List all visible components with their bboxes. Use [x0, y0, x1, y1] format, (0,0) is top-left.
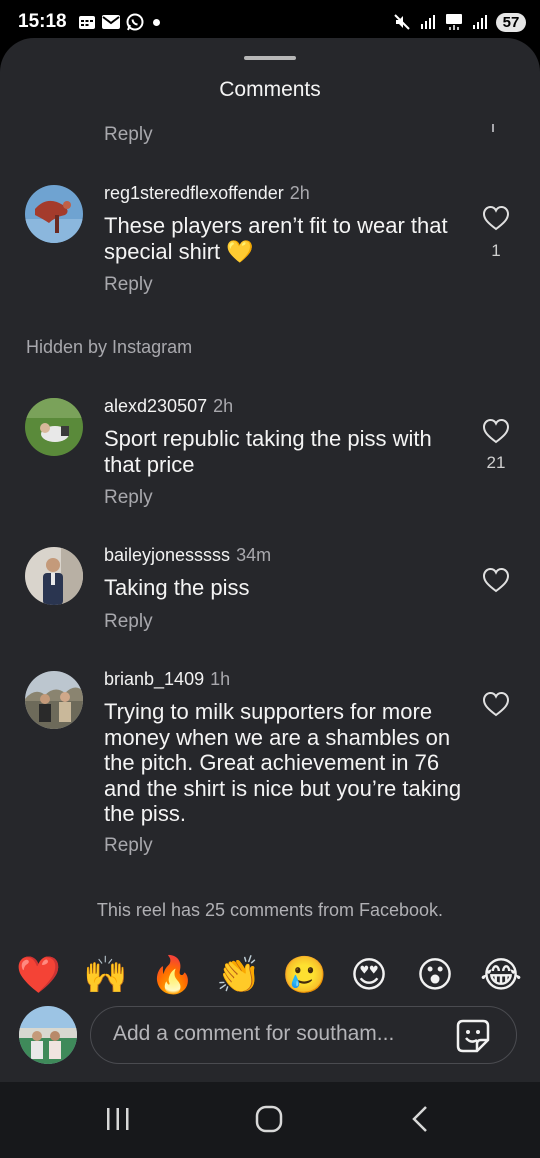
my-avatar	[19, 1006, 77, 1064]
recent-apps-icon[interactable]	[98, 1102, 138, 1136]
username[interactable]: alexd230507	[104, 396, 207, 416]
battery-level: 57	[496, 12, 526, 32]
mail-icon	[101, 12, 121, 32]
comment-text: Sport republic taking the piss with that…	[104, 426, 432, 477]
fire-emoji[interactable]: 🔥	[150, 954, 195, 996]
sticker-icon[interactable]	[455, 1018, 491, 1054]
comment-text: Taking the piss	[104, 575, 250, 600]
mute-icon	[392, 12, 412, 32]
heart-eyes-emoji[interactable]: 😍	[348, 954, 390, 996]
heart-icon[interactable]	[482, 418, 510, 444]
comment-header: baileyjonesssss 34m	[104, 545, 271, 566]
comment-time: 1h	[210, 669, 231, 689]
tears-of-joy-emoji[interactable]: 😂	[480, 954, 522, 996]
open-mouth-emoji[interactable]: 😮	[414, 954, 456, 996]
comment-time: 2h	[289, 183, 310, 203]
comment-text: These players aren’t fit to wear that sp…	[104, 213, 448, 264]
drag-handle[interactable]	[244, 56, 296, 60]
comment-header: reg1steredflexoffender 2h	[104, 183, 310, 204]
sheet-title: Comments	[219, 78, 321, 101]
reply-button[interactable]: Reply	[104, 487, 153, 509]
comments-sheet: Comments Reply reg1steredflexoffender 2h …	[0, 38, 540, 1082]
raised-hands-emoji[interactable]: 🙌	[83, 954, 128, 996]
username[interactable]: baileyjonesssss	[104, 545, 230, 565]
system-icons: 57	[392, 12, 526, 32]
back-icon[interactable]	[400, 1102, 440, 1136]
like-count: 21	[486, 453, 506, 472]
comment-text: Trying to milk supporters for more money…	[104, 699, 462, 826]
avatar[interactable]	[25, 185, 83, 243]
heart-icon[interactable]	[482, 691, 510, 717]
clapping-hands-emoji[interactable]: 👏	[216, 954, 261, 996]
comment-header: alexd230507 2h	[104, 396, 233, 417]
comment-header: brianb_1409 1h	[104, 669, 230, 690]
avatar[interactable]	[25, 398, 83, 456]
username[interactable]: reg1steredflexoffender	[104, 183, 284, 203]
home-icon[interactable]	[249, 1102, 289, 1136]
signal-icon	[418, 12, 438, 32]
heart-icon[interactable]	[482, 567, 510, 593]
signal-bars-icon	[470, 12, 490, 32]
calendar-icon	[77, 12, 97, 32]
hidden-comments-label[interactable]: Hidden by Instagram	[26, 337, 192, 358]
status-time: 15:18	[18, 11, 67, 32]
username[interactable]: brianb_1409	[104, 669, 204, 689]
heart-icon[interactable]	[482, 205, 510, 231]
smiling-tear-emoji[interactable]: 🥲	[282, 954, 327, 996]
comment-time: 34m	[236, 545, 272, 565]
reply-button[interactable]: Reply	[104, 274, 153, 296]
comment-input-placeholder: Add a comment for southam...	[113, 1022, 395, 1045]
5g-icon	[444, 12, 464, 32]
avatar[interactable]	[25, 671, 83, 729]
reply-button[interactable]: Reply	[104, 835, 153, 857]
like-count-fragment	[492, 124, 494, 132]
reply-button[interactable]: Reply	[104, 611, 153, 633]
more-notifications-dot	[152, 18, 160, 26]
comment-time: 2h	[213, 396, 234, 416]
comment-input[interactable]: Add a comment for southam...	[90, 1006, 517, 1064]
reply-button[interactable]: Reply	[104, 124, 153, 146]
red-heart-emoji[interactable]: ❤️	[16, 954, 61, 996]
facebook-comments-note: This reel has 25 comments from Facebook.	[96, 900, 444, 920]
notification-icons	[77, 12, 145, 32]
like-count: 1	[491, 241, 501, 260]
system-navigation-bar	[0, 1082, 540, 1158]
avatar[interactable]	[25, 547, 83, 605]
emoji-quick-react-bar: ❤️ 🙌 🔥 👏 🥲 😍 😮 😂	[0, 954, 540, 1000]
whatsapp-icon	[125, 12, 145, 32]
